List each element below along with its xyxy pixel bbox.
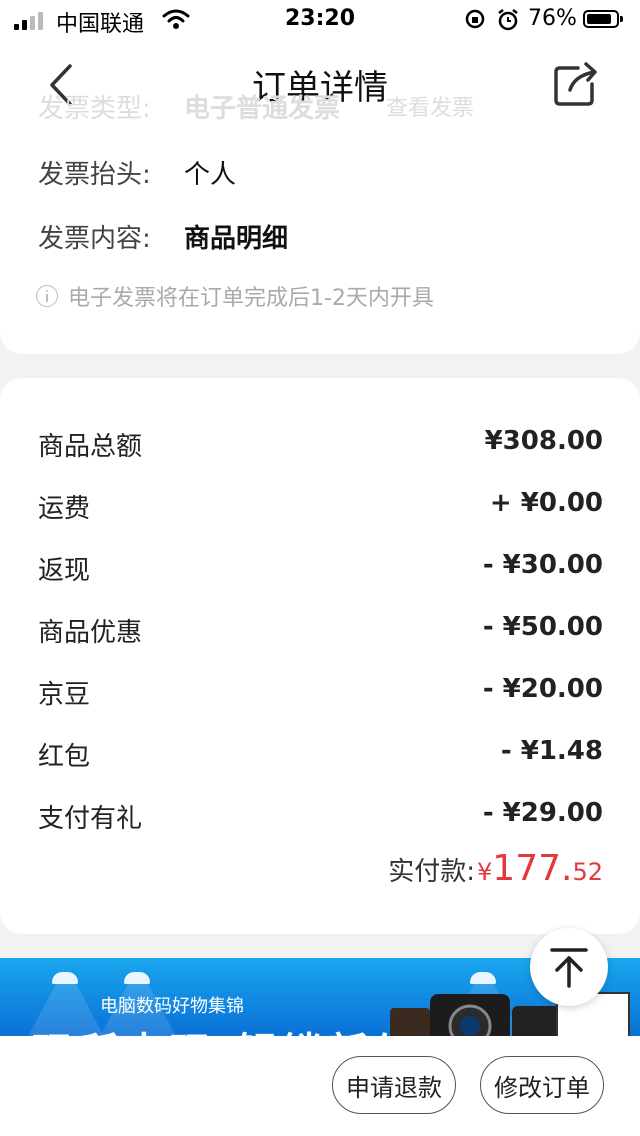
price-row: 运费 + ¥0.00	[38, 488, 603, 528]
price-row: 红包 - ¥1.48	[38, 736, 603, 776]
price-row: 返现 - ¥30.00	[38, 550, 603, 590]
paid-amount: 实付款: ¥ 177. 52	[388, 848, 603, 889]
price-row: 京豆 - ¥20.00	[38, 674, 603, 714]
battery-percent: 76%	[528, 6, 577, 31]
share-button[interactable]	[552, 60, 600, 108]
price-row-label: 支付有礼	[38, 804, 143, 834]
price-row-label: 商品总额	[38, 432, 143, 462]
invoice-header-label: 发票抬头:	[38, 160, 151, 190]
price-row-label: 商品优惠	[38, 618, 143, 648]
invoice-type-row: 发票类型: 电子普通发票 查看发票	[38, 88, 474, 125]
invoice-type-label: 发票类型:	[38, 94, 151, 124]
invoice-type-value: 电子普通发票	[184, 94, 341, 124]
price-row-label: 红包	[38, 742, 91, 772]
price-row-label: 京豆	[38, 680, 91, 710]
price-row-amount: - ¥1.48	[500, 736, 603, 766]
price-row: 支付有礼 - ¥29.00	[38, 798, 603, 838]
invoice-header-value: 个人	[184, 160, 237, 190]
paid-currency: ¥	[477, 858, 493, 886]
price-card: 商品总额 ¥308.00 运费 + ¥0.00 返现 - ¥30.00 商品优惠 - ¥50.…	[0, 378, 640, 934]
paid-label: 实付款:	[388, 857, 476, 887]
refund-button[interactable]: 申请退款	[332, 1056, 456, 1114]
battery-icon	[583, 10, 623, 28]
price-row: 商品优惠 - ¥50.00	[38, 612, 603, 652]
price-row-amount: - ¥50.00	[482, 612, 603, 642]
spotlight-icon	[470, 972, 496, 984]
price-row-amount: - ¥30.00	[482, 550, 603, 580]
price-row-label: 返现	[38, 556, 91, 586]
price-row-amount: - ¥29.00	[482, 798, 603, 828]
spotlight-icon	[124, 972, 150, 984]
invoice-content-value: 商品明细	[184, 224, 289, 254]
invoice-content-label: 发票内容:	[38, 224, 151, 254]
spotlight-icon	[52, 972, 78, 984]
alarm-icon	[498, 9, 518, 31]
paid-decimal: 52	[572, 858, 603, 886]
status-bar: 中国联通 23:20 76%	[0, 0, 640, 40]
back-to-top-button[interactable]	[530, 928, 608, 1006]
info-icon	[36, 285, 58, 307]
price-row-amount: ¥308.00	[484, 426, 603, 456]
price-row-label: 运费	[38, 494, 91, 524]
rotation-lock-icon	[465, 9, 485, 29]
invoice-note: 电子发票将在订单完成后1-2天内开具	[36, 280, 434, 312]
paid-integer: 177.	[492, 848, 573, 889]
view-invoice-button[interactable]: 查看发票	[378, 88, 482, 124]
price-row-amount: - ¥20.00	[482, 674, 603, 704]
invoice-header-row: 发票抬头: 个人	[38, 154, 236, 191]
price-row-amount: + ¥0.00	[489, 488, 603, 518]
modify-order-button[interactable]: 修改订单	[480, 1056, 604, 1114]
invoice-note-text: 电子发票将在订单完成后1-2天内开具	[68, 286, 434, 311]
bottom-action-bar: 申请退款 修改订单	[0, 1036, 640, 1136]
banner-subtitle: 电脑数码好物集锦	[100, 996, 244, 1017]
price-row: 商品总额 ¥308.00	[38, 426, 603, 466]
invoice-content-row: 发票内容: 商品明细	[38, 218, 288, 255]
